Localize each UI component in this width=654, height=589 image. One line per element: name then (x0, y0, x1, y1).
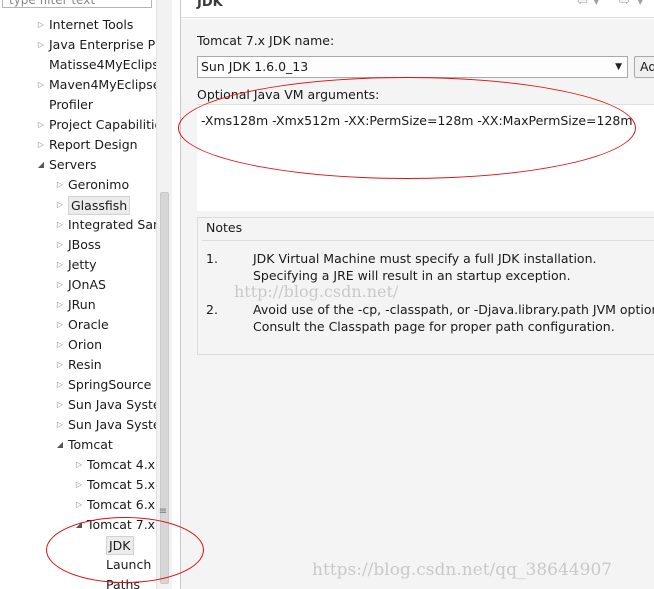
collapsed-triangle-icon[interactable]: ▷ (74, 495, 84, 515)
tree-item-label: Sun Java Syster (68, 417, 166, 432)
tree-item[interactable]: ▷ JBoss (0, 235, 156, 255)
collapsed-triangle-icon[interactable]: ▷ (55, 355, 65, 375)
tree-item-label: Sun Java Syster (68, 397, 166, 412)
tree-item-label: Tomcat 5.x (87, 477, 156, 492)
collapsed-triangle-icon[interactable]: ▷ (36, 35, 46, 55)
tree-item[interactable]: ▷ Integrated Sand (0, 215, 169, 235)
back-dropdown-icon[interactable]: ▾ (593, 0, 600, 9)
tree-item[interactable]: ◢ Tomcat (0, 435, 156, 455)
preferences-tree: type filter text ▷ Internet Tools ▷ Java En… (0, 0, 172, 589)
jdk-select[interactable]: Sun JDK 1.6.0_13 ▼ (197, 56, 628, 78)
tree-item-label: Oracle (68, 317, 109, 332)
tree-item-label: Jetty (68, 257, 97, 272)
collapsed-triangle-icon[interactable]: ▷ (55, 215, 65, 235)
tree-item[interactable]: ▷ Tomcat 4.x (0, 455, 156, 475)
jdk-select-value: Sun JDK 1.6.0_13 (201, 59, 309, 74)
collapsed-triangle-icon[interactable]: ▷ (55, 175, 65, 195)
tree-item-label: Report Design (49, 137, 138, 152)
tree-item[interactable]: ▷ JOnAS (0, 275, 156, 295)
collapsed-triangle-icon[interactable]: ▷ (55, 295, 65, 315)
tree-item[interactable]: ▷ Glassfish (0, 195, 156, 215)
page-header: JDK ⇦ ▾ ⇨ ▾ (181, 0, 654, 18)
filter-input[interactable]: type filter text (2, 0, 152, 8)
collapsed-triangle-icon[interactable]: ▷ (74, 475, 84, 495)
note-number: 2. (206, 302, 218, 317)
page-title: JDK (197, 0, 223, 10)
collapsed-triangle-icon[interactable]: ▷ (55, 275, 65, 295)
tree-item[interactable]: ▷ Sun Java Syster (0, 395, 166, 415)
annotation-oval-vm-args (178, 77, 636, 179)
collapsed-triangle-icon[interactable]: ▷ (55, 315, 65, 335)
tree-item[interactable]: ▷ Internet Tools (0, 15, 156, 35)
tree-item[interactable]: ▷ Project Capabilitie (0, 115, 162, 135)
tree-item-label: Internet Tools (49, 17, 134, 32)
tree-item[interactable]: ▷ Orion (0, 335, 156, 355)
tree-item[interactable]: ▷ SpringSource (0, 375, 156, 395)
tree-item-label: Tomcat 4.x (87, 457, 156, 472)
tree-item[interactable]: ▷ Sun Java Syster (0, 415, 166, 435)
collapsed-triangle-icon[interactable]: ▷ (55, 375, 65, 395)
tree-item[interactable]: ▷ Report Design (0, 135, 156, 155)
back-arrow-icon[interactable]: ⇦ (577, 0, 588, 9)
jdk-name-label: Tomcat 7.x JDK name: (197, 33, 335, 48)
tree-item[interactable]: ▷ Maven4MyEclipse (0, 75, 161, 95)
tree-item-label: JOnAS (68, 277, 106, 292)
tree-item-label: Matisse4MyEclipse (49, 57, 167, 72)
tree-item[interactable]: ▷ Java Enterprise Pro (0, 35, 168, 55)
tree-item[interactable]: ▷ JRun (0, 295, 156, 315)
tree-item[interactable]: Profiler (0, 95, 156, 115)
tree-item[interactable]: ▷ Geronimo (0, 175, 156, 195)
watermark-center: http://blog.csdn.net/ (234, 282, 399, 301)
collapsed-triangle-icon[interactable]: ▷ (55, 395, 65, 415)
tree-item[interactable]: ◢ Servers (0, 155, 156, 175)
tree-item[interactable]: ▷ Jetty (0, 255, 156, 275)
tree-item-label: Servers (49, 157, 97, 172)
collapsed-triangle-icon[interactable]: ▷ (36, 15, 46, 35)
chevron-down-icon[interactable]: ▼ (615, 57, 622, 77)
forward-arrow-icon[interactable]: ⇨ (619, 0, 630, 9)
tree-item-label: Tomcat 6.x (87, 497, 156, 512)
collapsed-triangle-icon[interactable]: ▷ (55, 235, 65, 255)
collapsed-triangle-icon[interactable]: ▷ (55, 255, 65, 275)
collapsed-triangle-icon[interactable]: ▷ (55, 335, 65, 355)
notes-title: Notes (206, 220, 243, 235)
tree-item[interactable]: Matisse4MyEclipse (0, 55, 167, 75)
tree-item-label: Geronimo (68, 177, 130, 192)
add-jdk-button[interactable]: Add... (634, 56, 654, 78)
tree-item-label: Java Enterprise Pro (49, 37, 168, 52)
tree-item-label: Glassfish (68, 196, 131, 215)
collapsed-triangle-icon[interactable]: ▷ (55, 195, 65, 215)
tree-item-label: Maven4MyEclipse (49, 77, 161, 92)
collapsed-triangle-icon[interactable]: ▷ (36, 115, 46, 135)
tree-item-label: Profiler (49, 97, 94, 112)
collapsed-triangle-icon[interactable]: ▷ (36, 75, 46, 95)
tree-item[interactable]: ▷ Tomcat 6.x (0, 495, 156, 515)
tree-item[interactable]: ▷ Oracle (0, 315, 156, 335)
note-text: Specifying a JRE will result in an start… (253, 268, 571, 283)
expanded-triangle-icon[interactable]: ◢ (36, 155, 46, 175)
tree-item-label: JRun (68, 297, 96, 312)
note-text: Avoid use of the -cp, -classpath, or -Dj… (253, 302, 654, 317)
annotation-oval-jdk (46, 517, 204, 583)
collapsed-triangle-icon[interactable]: ▷ (74, 455, 84, 475)
forward-dropdown-icon[interactable]: ▾ (637, 0, 644, 9)
tree-item-label: Integrated Sand (68, 217, 169, 232)
note-text: JDK Virtual Machine must specify a full … (253, 251, 597, 266)
tree-item-label: Orion (68, 337, 103, 352)
expanded-triangle-icon[interactable]: ◢ (55, 435, 65, 455)
tree-item-label: JBoss (68, 237, 101, 252)
tree-item[interactable]: ▷ Tomcat 5.x (0, 475, 156, 495)
tree-item-label: Resin (68, 357, 102, 372)
note-text: Consult the Classpath page for proper pa… (253, 319, 615, 334)
watermark-bottom: https://blog.csdn.net/qq_38644907 (312, 560, 613, 580)
collapsed-triangle-icon[interactable]: ▷ (55, 415, 65, 435)
scroll-grip-icon: ≡ (158, 506, 168, 517)
note-number: 1. (206, 251, 218, 266)
collapsed-triangle-icon[interactable]: ▷ (36, 135, 46, 155)
tree-item-label: Project Capabilitie (49, 117, 163, 132)
tree-item-label: Tomcat (68, 437, 113, 452)
tree-item-label: SpringSource (68, 377, 152, 392)
tree-item[interactable]: ▷ Resin (0, 355, 156, 375)
